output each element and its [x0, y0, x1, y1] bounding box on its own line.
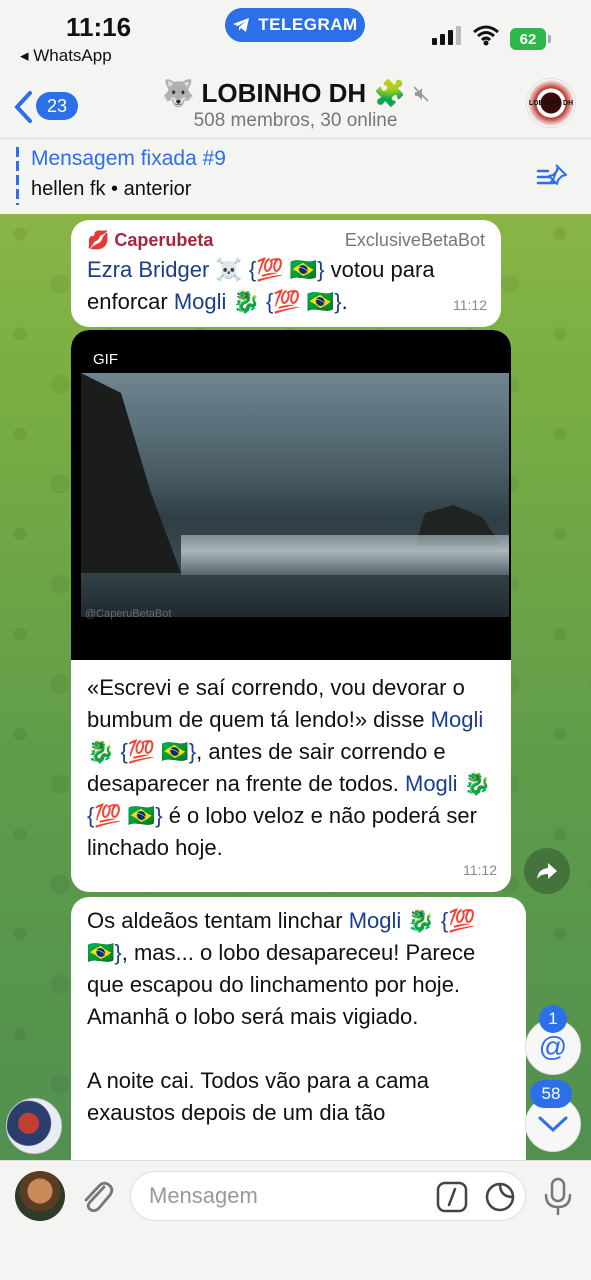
message-text-segment: . — [341, 289, 348, 314]
sender-name[interactable]: 💋 Caperubeta — [87, 226, 213, 254]
user-mention[interactable]: Ezra Bridger ☠️ {💯 🇧🇷} — [87, 257, 324, 282]
mention-count-badge: 1 — [539, 1005, 567, 1033]
via-bot[interactable]: ExclusiveBetaBot — [345, 226, 485, 254]
pinned-title: Mensagem fixada #9 — [31, 147, 226, 170]
forward-button[interactable] — [524, 848, 570, 894]
battery-icon: 62 — [510, 28, 551, 50]
message-text: Ezra Bridger ☠️ {💯 🇧🇷} votou para enforc… — [87, 254, 485, 318]
telegram-icon — [233, 18, 250, 32]
sticker-icon[interactable] — [484, 1181, 516, 1213]
pinned-preview: hellen fk • anterior — [31, 178, 192, 200]
microphone-icon[interactable] — [542, 1177, 574, 1217]
wolf-emoji-icon: 🐺 — [161, 78, 195, 108]
pin-list-icon[interactable] — [536, 163, 568, 189]
pinned-indicator — [16, 147, 19, 205]
message-bubble[interactable]: Os aldeãos tentam linchar Mogli 🐉 {💯 🇧🇷}… — [71, 897, 526, 1177]
message-time: 11:12 — [463, 862, 497, 878]
chat-member-status: 508 membros, 30 online — [193, 110, 398, 131]
forward-arrow-icon — [537, 863, 557, 879]
group-avatar[interactable]: LOBINHO DH — [526, 78, 576, 128]
user-mention[interactable]: Mogli 🐉 {💯 🇧🇷} — [174, 289, 342, 314]
puzzle-emoji-icon: 🧩 — [373, 78, 406, 108]
cellular-signal-icon — [432, 26, 461, 45]
status-time: 11:16 — [66, 12, 132, 42]
message-text-segment: «Escrevi e saí correndo, vou devorar o b… — [87, 675, 465, 732]
message-text: Os aldeãos tentam linchar Mogli 🐉 {💯 🇧🇷}… — [87, 905, 510, 1033]
muted-icon — [413, 86, 429, 102]
wifi-icon — [473, 25, 499, 46]
message-composer: Mensagem — [0, 1160, 591, 1280]
group-avatar-text: LOBINHO DH — [528, 99, 574, 107]
unread-count-badge: 58 — [530, 1080, 572, 1108]
attachment-icon[interactable] — [80, 1177, 114, 1215]
message-bubble[interactable]: GIF @CaperuBetaBot «Escrevi e saí corren… — [71, 330, 511, 892]
gif-label: GIF — [93, 351, 118, 368]
send-as-avatar[interactable] — [15, 1171, 65, 1221]
chevron-down-icon — [538, 1116, 568, 1133]
gif-surf-shape — [181, 535, 509, 575]
pinned-message-bar[interactable]: Mensagem fixada #9 hellen fk • anterior — [0, 138, 591, 214]
back-to-app-link[interactable]: ◂ WhatsApp — [20, 46, 112, 66]
chat-title[interactable]: 🐺 LOBINHO DH 🧩 — [0, 78, 591, 109]
sender-avatar[interactable] — [6, 1098, 62, 1154]
mention-symbol-icon: @ — [538, 1031, 568, 1062]
telegram-pill[interactable]: TELEGRAM — [225, 8, 365, 42]
message-text: «Escrevi e saí correndo, vou devorar o b… — [71, 660, 511, 876]
gif-watermark: @CaperuBetaBot — [85, 608, 172, 620]
chat-title-text: LOBINHO DH — [201, 78, 367, 108]
telegram-pill-label: TELEGRAM — [258, 15, 358, 34]
message-time: 11:12 — [453, 297, 487, 313]
gif-media[interactable]: GIF @CaperuBetaBot — [71, 330, 511, 660]
message-paragraph: A noite cai. Todos vão para a cama exaus… — [87, 1068, 430, 1125]
battery-level: 62 — [519, 30, 537, 48]
bot-commands-icon[interactable] — [436, 1181, 468, 1213]
message-text-segment: , mas... o lobo desapareceu! Parece que … — [87, 940, 476, 1029]
message-text-segment: Os aldeãos tentam linchar — [87, 908, 349, 933]
message-bubble[interactable]: 💋 Caperubeta ExclusiveBetaBot Ezra Bridg… — [71, 220, 501, 327]
